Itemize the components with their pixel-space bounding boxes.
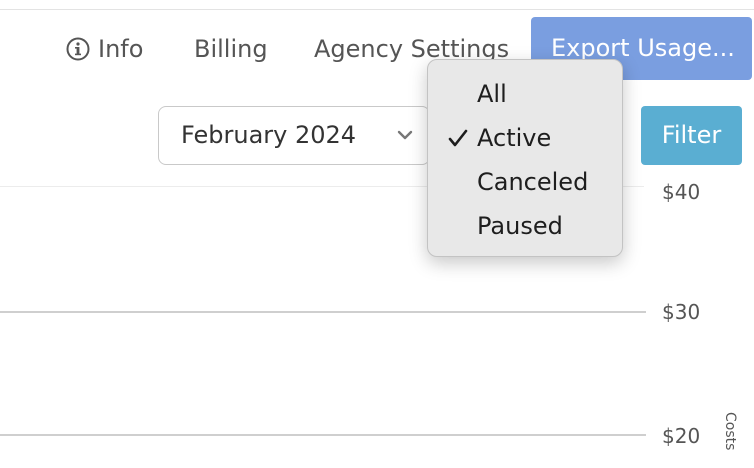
nav-info-label: Info bbox=[98, 35, 144, 63]
info-circle-icon bbox=[66, 37, 90, 61]
status-option-label: Active bbox=[477, 124, 552, 152]
status-option-label: Paused bbox=[477, 212, 563, 240]
gridline bbox=[0, 311, 646, 313]
month-select[interactable]: February 2024 bbox=[158, 106, 430, 165]
y-tick-label: $30 bbox=[662, 300, 701, 324]
y-axis-label: Costs bbox=[722, 412, 738, 451]
month-select-value: February 2024 bbox=[181, 121, 357, 149]
status-option-label: All bbox=[477, 80, 507, 108]
nav-billing-link[interactable]: Billing bbox=[194, 34, 268, 64]
top-divider bbox=[0, 9, 754, 10]
y-tick-label: $20 bbox=[662, 424, 701, 448]
status-option-all[interactable]: All bbox=[428, 72, 622, 116]
status-option-active[interactable]: Active bbox=[428, 116, 622, 160]
status-dropdown-menu: All Active Canceled Paused bbox=[427, 59, 623, 257]
status-option-canceled[interactable]: Canceled bbox=[428, 160, 622, 204]
gridline bbox=[0, 434, 646, 436]
status-option-label: Canceled bbox=[477, 168, 589, 196]
checkmark-icon bbox=[448, 129, 468, 147]
status-option-paused[interactable]: Paused bbox=[428, 204, 622, 248]
y-tick-label: $40 bbox=[662, 180, 701, 204]
nav-info-link[interactable]: Info bbox=[66, 34, 143, 64]
chevron-down-icon bbox=[397, 130, 413, 140]
filter-button[interactable]: Filter bbox=[641, 106, 742, 165]
